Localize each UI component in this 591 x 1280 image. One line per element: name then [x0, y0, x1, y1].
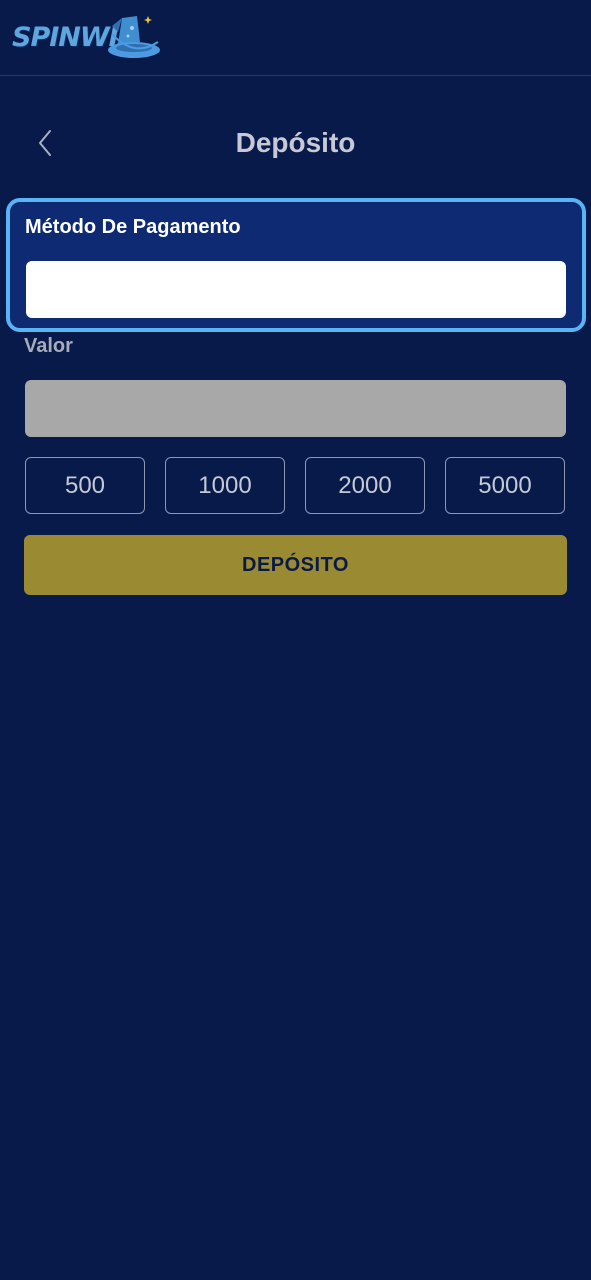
page-title: Depósito	[235, 127, 356, 158]
preset-amount-button-5000[interactable]: 5000	[445, 457, 565, 514]
deposit-page: SPINWIZ Depósito Método De Pagamento Val…	[0, 0, 591, 1280]
spinwiz-logo[interactable]: SPINWIZ	[12, 12, 162, 64]
preset-amount-button-2000[interactable]: 2000	[305, 457, 425, 514]
preset-amount-button-500[interactable]: 500	[25, 457, 145, 514]
preset-amount-button-1000[interactable]: 1000	[165, 457, 285, 514]
amount-field[interactable]	[25, 380, 566, 437]
payment-method-section: Método De Pagamento	[6, 198, 586, 332]
top-bar: SPINWIZ	[0, 0, 591, 76]
wizard-hat-icon	[108, 16, 160, 58]
amount-label: Valor	[24, 335, 73, 357]
payment-method-field[interactable]	[26, 261, 566, 318]
payment-method-label: Método De Pagamento	[25, 216, 241, 238]
deposit-submit-button[interactable]: DEPÓSITO	[24, 535, 567, 595]
